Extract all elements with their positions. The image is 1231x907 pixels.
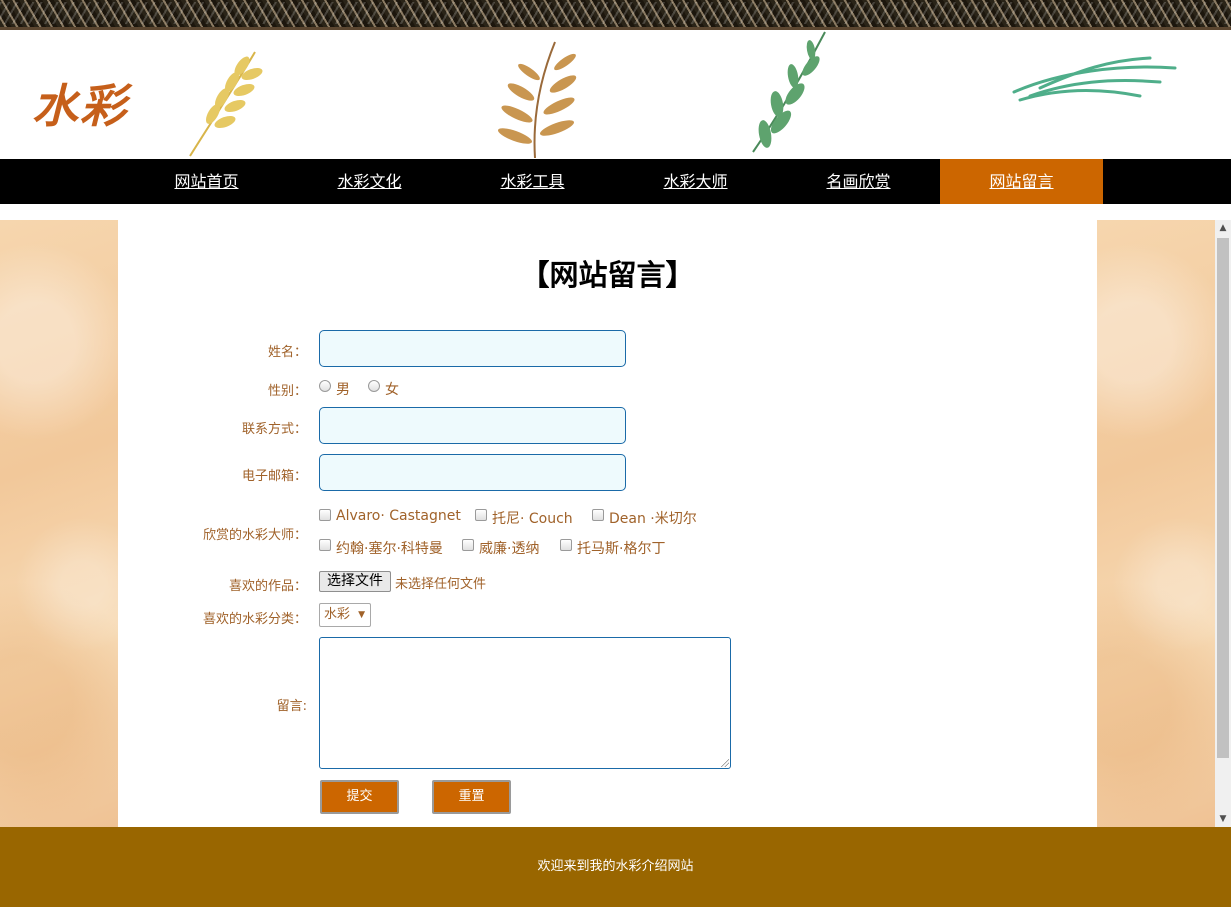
- scrollbar-thumb[interactable]: [1217, 238, 1229, 758]
- right-paper-texture: [1097, 220, 1215, 827]
- master-option-3: Dean ·米切尔: [609, 511, 697, 527]
- left-paper-texture: [0, 220, 118, 827]
- master-checkbox-3[interactable]: [592, 509, 604, 521]
- chevron-up-icon[interactable]: ▲: [1215, 220, 1231, 236]
- footer-text: 欢迎来到我的水彩介绍网站: [537, 859, 694, 874]
- reset-button[interactable]: 重置: [432, 780, 511, 814]
- category-select-value: 水彩: [324, 607, 351, 622]
- page-scrollbar[interactable]: ▲ ▼: [1215, 220, 1231, 827]
- email-label: 电子邮箱：: [241, 469, 307, 484]
- chevron-down-icon[interactable]: ▼: [1215, 811, 1231, 827]
- nav-item-tools[interactable]: 水彩工具: [451, 159, 614, 204]
- masters-label: 欣赏的水彩大师：: [202, 528, 307, 543]
- submit-button[interactable]: 提交: [320, 780, 399, 814]
- master-option-6: 托马斯·格尔丁: [577, 541, 666, 557]
- contact-label: 联系方式：: [241, 422, 307, 437]
- gender-male-label: 男: [336, 382, 350, 398]
- master-checkbox-2[interactable]: [475, 509, 487, 521]
- gender-female-radio[interactable]: [368, 380, 380, 392]
- email-input[interactable]: [319, 454, 626, 491]
- grass-illustration: [1012, 56, 1177, 102]
- master-checkbox-6[interactable]: [560, 539, 572, 551]
- message-label: 留言:: [276, 699, 307, 714]
- master-checkbox-4[interactable]: [319, 539, 331, 551]
- main-nav: 网站首页 水彩文化 水彩工具 水彩大师 名画欣赏 网站留言: [0, 159, 1231, 204]
- gender-label: 性别：: [267, 384, 307, 399]
- contact-input[interactable]: [319, 407, 626, 444]
- guestbook-form: 【网站留言】 姓名： 性别： 男 女 联系方式： 电子邮箱： 欣赏的水彩大师： …: [118, 220, 1097, 827]
- master-checkbox-5[interactable]: [462, 539, 474, 551]
- category-label: 喜欢的水彩分类：: [202, 612, 307, 627]
- site-header: 水彩: [0, 30, 1231, 159]
- master-option-5: 威廉·透纳: [479, 541, 540, 557]
- nav-item-guestbook[interactable]: 网站留言: [940, 159, 1103, 204]
- page-title: 【网站留言】: [520, 258, 695, 292]
- top-decorative-border: [0, 0, 1231, 30]
- green-branch-illustration: [752, 31, 826, 153]
- category-select[interactable]: 水彩 ▼: [319, 603, 371, 627]
- caret-down-icon: ▼: [358, 610, 365, 620]
- master-option-2: 托尼· Couch: [492, 511, 573, 527]
- message-textarea[interactable]: [319, 637, 731, 769]
- master-checkbox-1[interactable]: [319, 509, 331, 521]
- resize-grip-icon[interactable]: [721, 759, 729, 767]
- name-input[interactable]: [319, 330, 626, 367]
- wheat-illustration: [189, 51, 263, 157]
- works-label: 喜欢的作品：: [228, 579, 307, 594]
- choose-file-button[interactable]: 选择文件: [319, 571, 391, 592]
- master-option-1: Alvaro· Castagnet: [336, 508, 461, 524]
- gender-male-radio[interactable]: [319, 380, 331, 392]
- site-footer: 欢迎来到我的水彩介绍网站: [0, 827, 1231, 907]
- nav-item-masters[interactable]: 水彩大师: [614, 159, 777, 204]
- name-label: 姓名：: [267, 345, 307, 360]
- nav-item-culture[interactable]: 水彩文化: [288, 159, 451, 204]
- nav-item-paintings[interactable]: 名画欣赏: [777, 159, 940, 204]
- fern-illustration: [497, 41, 577, 159]
- file-status: 未选择任何文件: [395, 577, 487, 592]
- gender-female-label: 女: [385, 382, 399, 398]
- site-logo: 水彩: [32, 79, 128, 133]
- master-option-4: 约翰·塞尔·科特曼: [336, 541, 443, 557]
- nav-item-home[interactable]: 网站首页: [125, 159, 288, 204]
